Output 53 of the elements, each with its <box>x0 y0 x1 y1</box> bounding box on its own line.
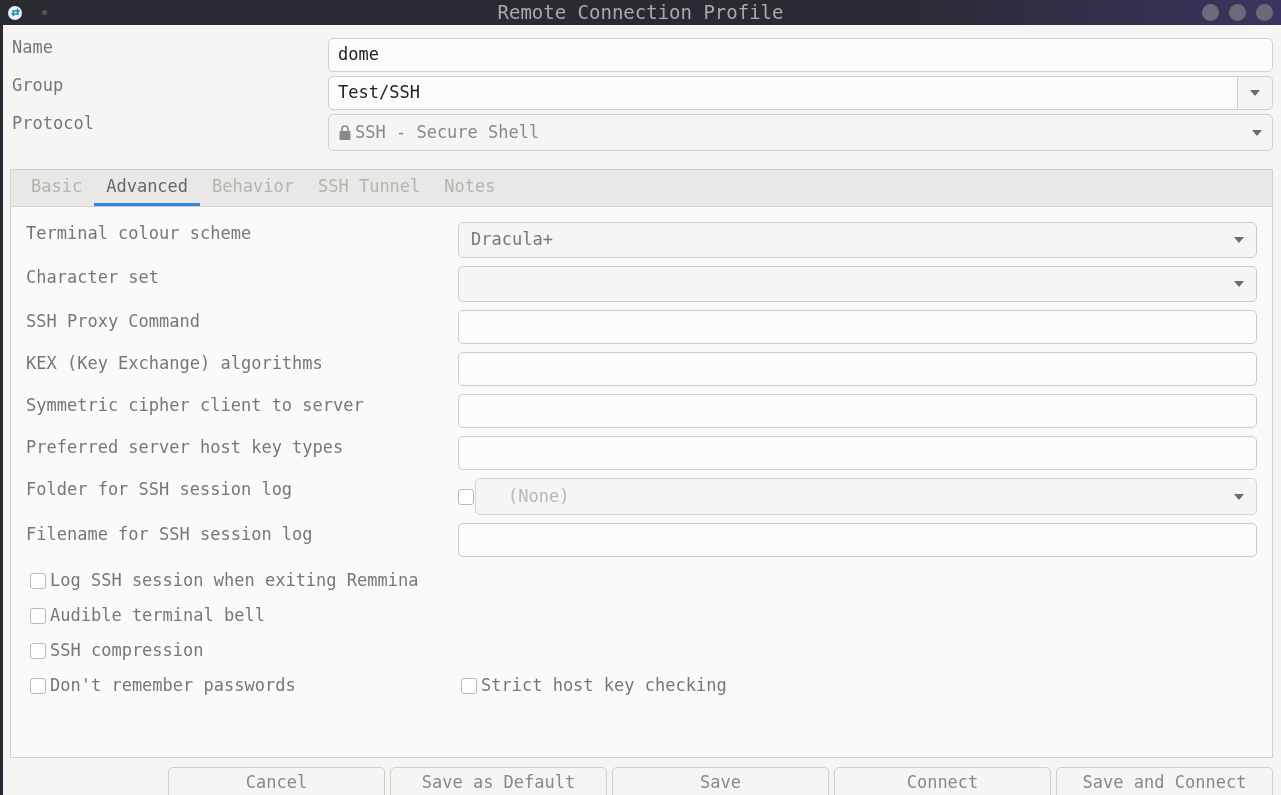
option-label: Strict host key checking <box>481 674 727 698</box>
dialog-button[interactable]: Connect <box>834 767 1051 795</box>
setting-label: Filename for SSH session log <box>26 523 314 546</box>
setting-label: KEX (Key Exchange) algorithms <box>26 352 324 375</box>
checkbox[interactable] <box>461 678 477 694</box>
tab[interactable]: Advanced <box>94 170 201 206</box>
setting-label: SSH Proxy Command <box>26 310 201 333</box>
input-field[interactable] <box>458 523 1257 557</box>
caret-icon <box>1234 281 1244 287</box>
window-title: Remote Connection Profile <box>496 0 785 26</box>
field-label: Protocol <box>11 112 95 135</box>
protocol-value: SSH - Secure Shell <box>355 120 540 144</box>
checkbox[interactable] <box>30 573 46 589</box>
dropdown[interactable]: SSH - Secure Shell <box>328 114 1273 151</box>
dropdown[interactable]: Dracula+ <box>458 222 1257 258</box>
input-field[interactable] <box>458 436 1257 470</box>
setting-label: Preferred server host key types <box>26 436 345 459</box>
caret-icon <box>1234 493 1244 500</box>
maximize-button[interactable] <box>1229 4 1246 21</box>
option-label: Don't remember passwords <box>50 674 296 698</box>
caret-icon <box>1234 237 1244 243</box>
option-label: Audible terminal bell <box>50 604 265 628</box>
dropdown[interactable] <box>458 266 1257 302</box>
input-field[interactable] <box>458 394 1257 428</box>
checkbox[interactable] <box>458 488 474 505</box>
pin-icon[interactable] <box>42 10 47 15</box>
setting-label: Folder for SSH session log <box>26 478 294 501</box>
checkbox[interactable] <box>30 678 46 694</box>
input-field[interactable]: Test/SSH <box>328 76 1238 110</box>
setting-label: Symmetric cipher client to server <box>26 394 365 417</box>
dialog-button[interactable]: Cancel <box>168 767 385 795</box>
dropdown-button[interactable] <box>1238 76 1273 110</box>
dialog-button[interactable]: Save as Default <box>390 767 607 795</box>
caret-icon <box>1252 129 1262 136</box>
input-field[interactable] <box>458 352 1257 386</box>
lock-icon <box>339 125 351 140</box>
dialog-button[interactable]: Save and Connect <box>1056 767 1273 795</box>
option-label: SSH compression <box>50 639 204 663</box>
option-label: Log SSH session when exiting Remmina <box>50 569 419 593</box>
checkbox[interactable] <box>30 643 46 659</box>
field-label: Name <box>11 36 54 59</box>
close-button[interactable] <box>1256 4 1273 21</box>
caret-icon <box>1250 90 1260 96</box>
dialog-button[interactable]: Save <box>612 767 829 795</box>
folder-dropdown[interactable]: (None) <box>475 478 1257 515</box>
setting-label: Character set <box>26 266 161 289</box>
input-field[interactable]: dome <box>328 38 1273 72</box>
input-field[interactable] <box>458 310 1257 344</box>
setting-label: Terminal colour scheme <box>26 222 253 245</box>
checkbox[interactable] <box>30 608 46 624</box>
minimize-button[interactable] <box>1202 4 1219 21</box>
app-icon <box>8 5 22 20</box>
field-label: Group <box>11 74 65 97</box>
